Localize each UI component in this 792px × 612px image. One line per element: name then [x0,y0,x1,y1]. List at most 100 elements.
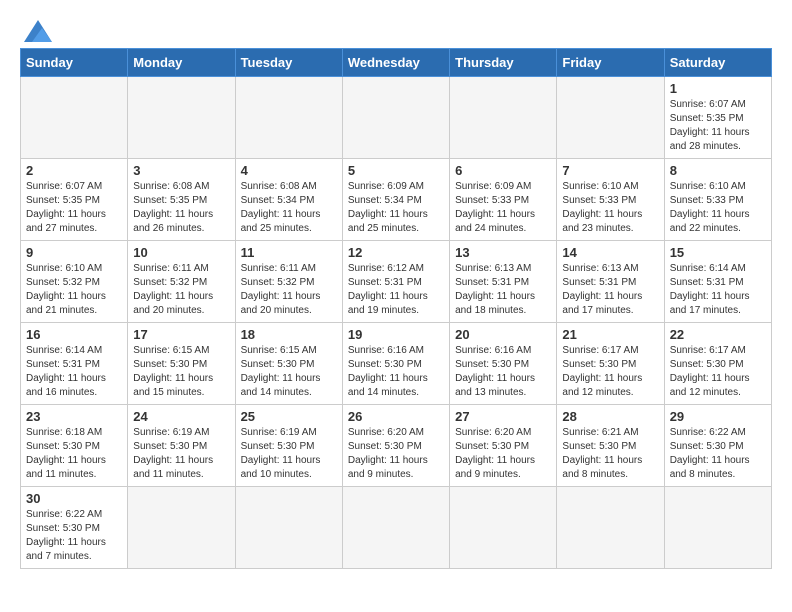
day-cell-4-3: 26Sunrise: 6:20 AM Sunset: 5:30 PM Dayli… [342,405,449,487]
day-cell-2-6: 15 Sunrise: 6:14 AM Sunset: 5:31 PM Dayli… [664,241,771,323]
day-info: Sunrise: 6:14 AM Sunset: 5:31 PM Dayligh… [670,262,766,318]
day-number: 29 [670,409,766,424]
day-number: 27 [455,409,551,424]
day-cell-2-3: 12 Sunrise: 6:12 AM Sunset: 5:31 PM Dayli… [342,241,449,323]
day-info: Sunrise: 6:08 AM Sunset: 5:35 PM Dayligh… [133,180,229,236]
day-cell-4-4: 27 Sunrise: 6:20 AM Sunset: 5:30 PM Dayli… [450,405,557,487]
day-number: 16 [26,327,122,342]
day-cell-2-2: 11Sunrise: 6:11 AM Sunset: 5:32 PM Dayli… [235,241,342,323]
day-number: 13 [455,245,551,260]
day-cell-0-2 [235,77,342,159]
day-number: 24 [133,409,229,424]
day-cell-3-2: 18 Sunrise: 6:15 AM Sunset: 5:30 PM Dayli… [235,323,342,405]
day-info: Sunrise: 6:20 AM Sunset: 5:30 PM Dayligh… [455,426,551,482]
day-number: 3 [133,163,229,178]
day-info: Sunrise: 6:16 AM Sunset: 5:30 PM Dayligh… [455,344,551,400]
day-cell-5-4 [450,487,557,569]
day-cell-5-1 [128,487,235,569]
day-cell-3-3: 19Sunrise: 6:16 AM Sunset: 5:30 PM Dayli… [342,323,449,405]
day-cell-0-1 [128,77,235,159]
day-number: 12 [348,245,444,260]
day-cell-2-0: 9 Sunrise: 6:10 AM Sunset: 5:32 PM Daylig… [21,241,128,323]
day-cell-5-6 [664,487,771,569]
day-cell-1-2: 4 Sunrise: 6:08 AM Sunset: 5:34 PM Daylig… [235,159,342,241]
day-number: 25 [241,409,337,424]
day-cell-2-1: 10Sunrise: 6:11 AM Sunset: 5:32 PM Dayli… [128,241,235,323]
day-number: 30 [26,491,122,506]
day-info: Sunrise: 6:08 AM Sunset: 5:34 PM Dayligh… [241,180,337,236]
day-number: 19 [348,327,444,342]
day-cell-2-5: 14 Sunrise: 6:13 AM Sunset: 5:31 PM Dayli… [557,241,664,323]
day-number: 11 [241,245,337,260]
day-cell-3-0: 16 Sunrise: 6:14 AM Sunset: 5:31 PM Dayli… [21,323,128,405]
day-cell-1-6: 8 Sunrise: 6:10 AM Sunset: 5:33 PM Daylig… [664,159,771,241]
day-number: 7 [562,163,658,178]
day-info: Sunrise: 6:20 AM Sunset: 5:30 PM Dayligh… [348,426,444,482]
header [20,20,772,38]
day-cell-4-0: 23 Sunrise: 6:18 AM Sunset: 5:30 PM Dayli… [21,405,128,487]
week-row-5: 23 Sunrise: 6:18 AM Sunset: 5:30 PM Dayli… [21,405,772,487]
day-cell-3-4: 20 Sunrise: 6:16 AM Sunset: 5:30 PM Dayli… [450,323,557,405]
header-sunday: Sunday [21,49,128,77]
day-info: Sunrise: 6:15 AM Sunset: 5:30 PM Dayligh… [241,344,337,400]
calendar: SundayMondayTuesdayWednesdayThursdayFrid… [20,48,772,569]
day-cell-5-3 [342,487,449,569]
day-info: Sunrise: 6:12 AM Sunset: 5:31 PM Dayligh… [348,262,444,318]
day-number: 17 [133,327,229,342]
header-friday: Friday [557,49,664,77]
day-info: Sunrise: 6:19 AM Sunset: 5:30 PM Dayligh… [241,426,337,482]
day-cell-3-5: 21 Sunrise: 6:17 AM Sunset: 5:30 PM Dayli… [557,323,664,405]
week-row-3: 9 Sunrise: 6:10 AM Sunset: 5:32 PM Daylig… [21,241,772,323]
day-cell-1-1: 3 Sunrise: 6:08 AM Sunset: 5:35 PM Daylig… [128,159,235,241]
week-row-6: 30 Sunrise: 6:22 AM Sunset: 5:30 PM Dayli… [21,487,772,569]
day-cell-1-5: 7 Sunrise: 6:10 AM Sunset: 5:33 PM Daylig… [557,159,664,241]
day-info: Sunrise: 6:10 AM Sunset: 5:32 PM Dayligh… [26,262,122,318]
day-info: Sunrise: 6:21 AM Sunset: 5:30 PM Dayligh… [562,426,658,482]
day-info: Sunrise: 6:13 AM Sunset: 5:31 PM Dayligh… [455,262,551,318]
day-cell-4-2: 25 Sunrise: 6:19 AM Sunset: 5:30 PM Dayli… [235,405,342,487]
day-cell-4-5: 28Sunrise: 6:21 AM Sunset: 5:30 PM Dayli… [557,405,664,487]
day-number: 8 [670,163,766,178]
logo-icon [24,20,52,42]
day-number: 9 [26,245,122,260]
day-cell-5-5 [557,487,664,569]
day-info: Sunrise: 6:14 AM Sunset: 5:31 PM Dayligh… [26,344,122,400]
header-thursday: Thursday [450,49,557,77]
header-saturday: Saturday [664,49,771,77]
day-number: 4 [241,163,337,178]
day-number: 14 [562,245,658,260]
day-number: 5 [348,163,444,178]
day-number: 22 [670,327,766,342]
day-cell-5-0: 30 Sunrise: 6:22 AM Sunset: 5:30 PM Dayli… [21,487,128,569]
day-cell-1-3: 5Sunrise: 6:09 AM Sunset: 5:34 PM Daylig… [342,159,449,241]
day-number: 20 [455,327,551,342]
day-info: Sunrise: 6:07 AM Sunset: 5:35 PM Dayligh… [26,180,122,236]
day-info: Sunrise: 6:22 AM Sunset: 5:30 PM Dayligh… [26,508,122,564]
header-wednesday: Wednesday [342,49,449,77]
day-cell-0-5 [557,77,664,159]
day-cell-1-0: 2Sunrise: 6:07 AM Sunset: 5:35 PM Daylig… [21,159,128,241]
day-number: 18 [241,327,337,342]
day-number: 21 [562,327,658,342]
day-info: Sunrise: 6:13 AM Sunset: 5:31 PM Dayligh… [562,262,658,318]
header-tuesday: Tuesday [235,49,342,77]
day-info: Sunrise: 6:10 AM Sunset: 5:33 PM Dayligh… [562,180,658,236]
day-cell-0-0 [21,77,128,159]
day-number: 23 [26,409,122,424]
day-number: 6 [455,163,551,178]
logo [20,20,52,38]
day-cell-3-1: 17Sunrise: 6:15 AM Sunset: 5:30 PM Dayli… [128,323,235,405]
day-info: Sunrise: 6:17 AM Sunset: 5:30 PM Dayligh… [670,344,766,400]
day-info: Sunrise: 6:17 AM Sunset: 5:30 PM Dayligh… [562,344,658,400]
day-info: Sunrise: 6:10 AM Sunset: 5:33 PM Dayligh… [670,180,766,236]
day-cell-0-6: 1Sunrise: 6:07 AM Sunset: 5:35 PM Daylig… [664,77,771,159]
day-cell-4-1: 24Sunrise: 6:19 AM Sunset: 5:30 PM Dayli… [128,405,235,487]
week-row-2: 2Sunrise: 6:07 AM Sunset: 5:35 PM Daylig… [21,159,772,241]
day-info: Sunrise: 6:07 AM Sunset: 5:35 PM Dayligh… [670,98,766,154]
day-info: Sunrise: 6:18 AM Sunset: 5:30 PM Dayligh… [26,426,122,482]
day-cell-1-4: 6 Sunrise: 6:09 AM Sunset: 5:33 PM Daylig… [450,159,557,241]
day-info: Sunrise: 6:09 AM Sunset: 5:33 PM Dayligh… [455,180,551,236]
day-number: 15 [670,245,766,260]
day-cell-3-6: 22 Sunrise: 6:17 AM Sunset: 5:30 PM Dayli… [664,323,771,405]
day-info: Sunrise: 6:22 AM Sunset: 5:30 PM Dayligh… [670,426,766,482]
